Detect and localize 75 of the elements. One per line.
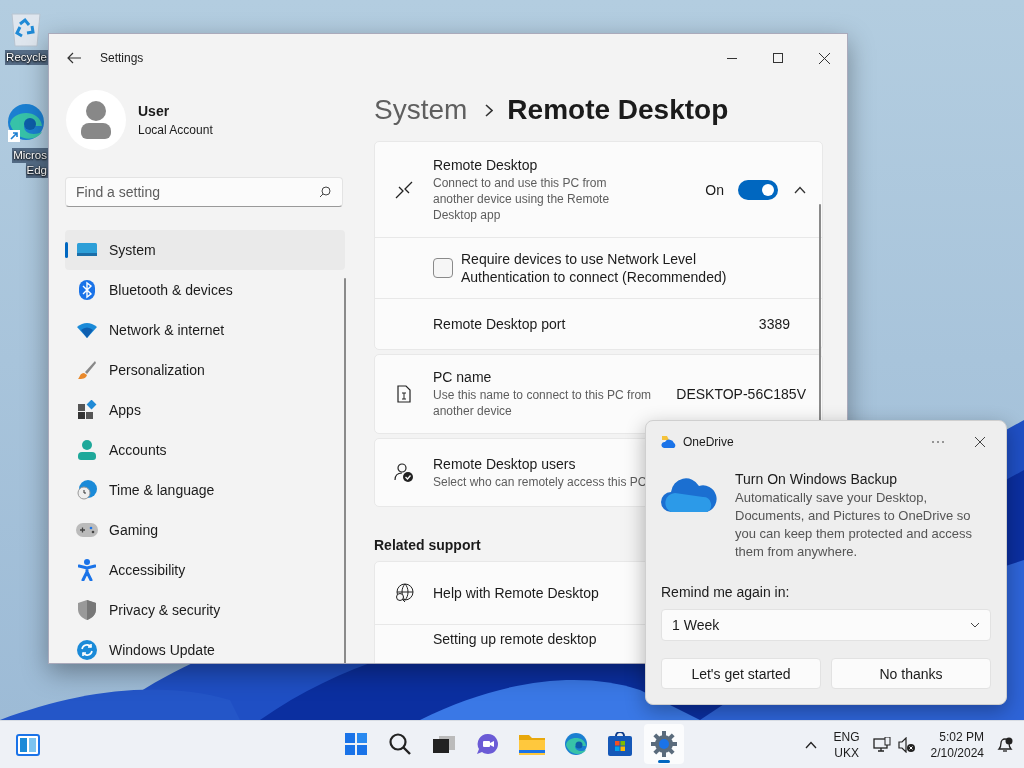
sidebar-item[interactable]: Accessibility <box>65 550 345 590</box>
toggle-state-label: On <box>705 181 724 198</box>
widgets-icon[interactable] <box>16 733 40 756</box>
setting-title: Remote Desktop <box>433 156 539 173</box>
document-icon <box>397 385 411 403</box>
back-arrow-icon[interactable] <box>67 52 81 64</box>
accessibility-icon <box>78 559 96 581</box>
setting-description: Connect to and use this PC from another device using the Remote Desktop app <box>433 174 611 223</box>
chevron-up-icon[interactable] <box>794 185 806 194</box>
apps-icon <box>77 400 97 420</box>
section-heading: Related support <box>374 537 481 553</box>
sidebar-item[interactable]: Network & internet <box>65 310 345 350</box>
maximize-icon[interactable] <box>773 53 783 63</box>
chevron-down-icon <box>970 622 980 628</box>
sidebar-item[interactable]: Apps <box>65 390 345 430</box>
window-title: Settings <box>100 51 144 65</box>
user-name: User <box>138 103 171 119</box>
gamepad-icon <box>76 523 98 537</box>
setting-title: Remote Desktop users <box>433 455 577 472</box>
sidebar-item[interactable]: Windows Update <box>65 630 345 663</box>
sidebar-item[interactable]: Bluetooth & devices <box>65 270 345 310</box>
setting-title: PC name <box>433 369 493 385</box>
page-title: Remote Desktop <box>507 94 729 126</box>
cloud-icon <box>661 475 717 513</box>
icon-label: Micros <box>12 148 48 163</box>
clock[interactable]: 5:02 PM 2/10/2024 <box>930 724 984 765</box>
action-button[interactable]: No thanks <box>831 658 991 689</box>
checkbox-label: Require devices to use Network Level Authentication to connect (Recommended) <box>461 250 728 286</box>
chevron-right-icon <box>485 103 494 117</box>
brush-icon <box>77 360 97 380</box>
dropdown[interactable]: 1 Week <box>661 609 991 641</box>
setting-description: Use this name to connect to this PC from another device <box>433 387 653 419</box>
remote-desktop-icon <box>395 180 413 199</box>
globe-clock-icon <box>77 480 97 500</box>
checkbox[interactable] <box>433 258 453 278</box>
wifi-icon <box>77 322 97 338</box>
language-indicator[interactable]: ENG UKX <box>824 724 869 765</box>
person-icon <box>78 440 96 460</box>
search-icon <box>319 186 331 198</box>
account-type: Local Account <box>138 123 213 137</box>
toggle-switch[interactable] <box>738 179 778 200</box>
action-button[interactable]: Let's get started <box>661 658 821 689</box>
globe-search-icon <box>394 583 414 603</box>
sidebar-item[interactable]: Gaming <box>65 510 345 550</box>
sidebar-item[interactable]: Privacy & security <box>65 590 345 630</box>
icon-label: Recycle <box>5 50 48 65</box>
shield-icon <box>78 600 96 620</box>
link-text[interactable]: Help with Remote Desktop <box>433 585 599 601</box>
close-icon[interactable] <box>975 437 985 447</box>
app-name: OneDrive <box>683 435 734 449</box>
user-check-icon <box>394 462 414 483</box>
setting-description: Select who can remotely access this PC <box>433 473 647 490</box>
sidebar-item[interactable]: Personalization <box>65 350 345 390</box>
breadcrumb-link[interactable]: System <box>374 94 468 126</box>
minimize-icon[interactable] <box>727 57 737 59</box>
sidebar-item[interactable]: System <box>65 230 345 270</box>
setting-title: Remote Desktop port <box>433 316 566 332</box>
field-label: Remind me again in: <box>661 584 791 600</box>
refresh-icon <box>77 640 97 660</box>
close-icon[interactable] <box>818 52 830 64</box>
toast-message: Automatically save your Desktop, Documents, and Pictures to OneDrive so you can keep them protected and access them from anywhere. <box>735 489 974 561</box>
pc-name-value: DESKTOP-56C185V <box>676 386 806 402</box>
link-text[interactable]: Setting up remote desktop <box>433 631 597 647</box>
recycle-bin-icon[interactable] <box>8 10 44 48</box>
port-value: 3389 <box>758 316 790 332</box>
icon-label: Edg <box>25 163 48 178</box>
bluetooth-icon <box>79 280 95 300</box>
toast-title: Turn On Windows Backup <box>735 471 899 487</box>
onedrive-app-icon <box>661 435 677 449</box>
sidebar-item[interactable]: Accounts <box>65 430 345 470</box>
monitor-icon <box>77 242 97 258</box>
sidebar-item[interactable]: Time & language <box>65 470 345 510</box>
search-field[interactable]: Find a setting <box>65 177 343 207</box>
scrollbar[interactable] <box>344 278 346 663</box>
settings-icon[interactable] <box>644 724 684 764</box>
